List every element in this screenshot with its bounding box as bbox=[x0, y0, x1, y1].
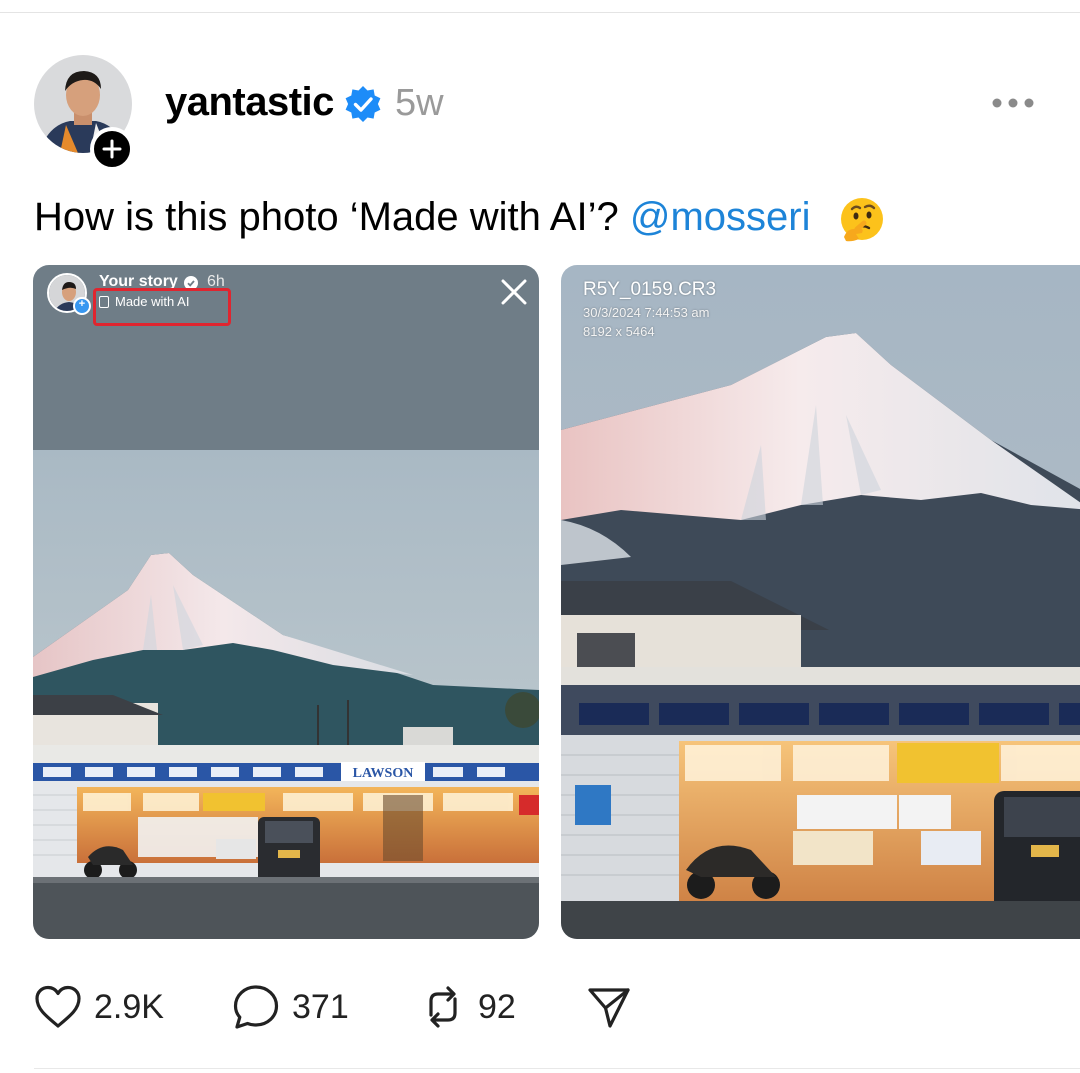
author-avatar[interactable] bbox=[34, 55, 134, 171]
repost-count: 92 bbox=[478, 987, 516, 1026]
story-add-icon: + bbox=[73, 297, 91, 315]
highlight-box bbox=[93, 288, 231, 326]
send-icon bbox=[588, 988, 630, 1028]
heart-icon bbox=[35, 985, 81, 1028]
thinking-face-emoji-icon bbox=[841, 198, 883, 242]
share-button[interactable] bbox=[586, 984, 632, 1030]
post-timestamp: 5w bbox=[395, 82, 444, 124]
like-count: 2.9K bbox=[94, 987, 164, 1026]
mention-link[interactable]: @mosseri bbox=[630, 195, 811, 239]
raw-datetime: 30/3/2024 7:44:53 am bbox=[583, 305, 710, 320]
repost-button[interactable]: 92 bbox=[420, 984, 516, 1030]
follow-plus-icon[interactable] bbox=[90, 127, 134, 171]
story-screenshot-image[interactable]: LAWSON + Your story 6h Made with AI bbox=[33, 265, 539, 939]
author-username[interactable]: yantastic bbox=[165, 80, 334, 125]
close-icon bbox=[501, 279, 527, 305]
fuji-lawson-raw-photo bbox=[561, 265, 1080, 939]
more-options-icon[interactable] bbox=[990, 96, 1036, 110]
repost-icon bbox=[429, 986, 457, 1028]
top-divider bbox=[0, 12, 1080, 13]
raw-photo-image[interactable]: R5Y_0159.CR3 30/3/2024 7:44:53 am 8192 x… bbox=[561, 265, 1080, 939]
comment-count: 371 bbox=[292, 987, 349, 1026]
comment-bubble-icon bbox=[233, 985, 279, 1029]
like-button[interactable]: 2.9K bbox=[34, 984, 164, 1030]
verified-badge-icon bbox=[345, 86, 381, 122]
lawson-sign: LAWSON bbox=[353, 766, 414, 781]
raw-dimensions: 8192 x 5464 bbox=[583, 324, 655, 339]
raw-filename: R5Y_0159.CR3 bbox=[583, 279, 717, 300]
caption-text: How is this photo ‘Made with AI’? bbox=[34, 195, 630, 239]
bottom-divider bbox=[34, 1068, 1080, 1069]
post-caption: How is this photo ‘Made with AI’? @mosse… bbox=[34, 195, 810, 240]
fuji-lawson-story-photo: LAWSON bbox=[33, 265, 539, 939]
comment-button[interactable]: 371 bbox=[232, 984, 349, 1030]
